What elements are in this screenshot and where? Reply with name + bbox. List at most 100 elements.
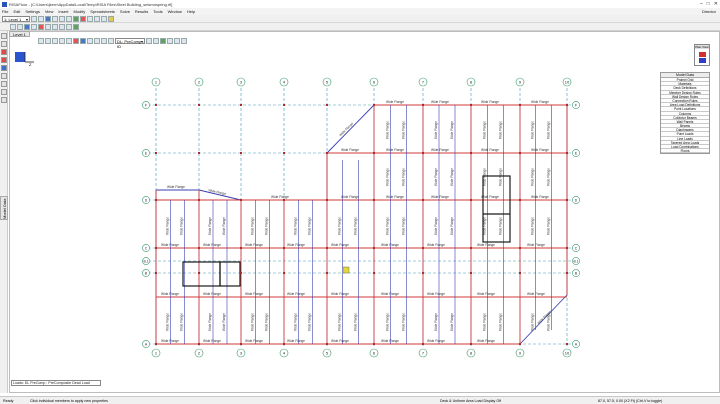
member-label: Wide Flange (450, 168, 454, 186)
status-display-mode: Deck & Uniform Area Load Display Off (440, 399, 502, 403)
member-label: Wide Flange (431, 195, 449, 199)
member-label: Wide Flange (161, 292, 179, 296)
member-label: Wide Flange (381, 243, 399, 247)
member-label: Wide Flange (531, 121, 535, 139)
column-marker (155, 152, 157, 154)
member-label: Wide Flange (341, 148, 359, 152)
column-marker (155, 247, 157, 249)
member-label: Wide Flange (308, 217, 312, 235)
column-marker (422, 343, 424, 345)
member-label: Wide Flange (265, 313, 269, 331)
floor-plan-canvas[interactable]: 1122334455667788991010F FE ED DC CB.1 B.1B BA A… (0, 0, 720, 404)
column-marker (198, 199, 200, 201)
column-marker (566, 272, 568, 274)
column-marker (283, 272, 285, 274)
member-label: Wide Flange (481, 100, 499, 104)
member-label: Wide Flange (208, 217, 212, 235)
member-label: Wide Flange (167, 185, 185, 189)
column-marker (422, 272, 424, 274)
member-label: Wide Flange (250, 313, 254, 331)
column-marker (519, 152, 521, 154)
member-label: Wide Flange (245, 339, 263, 343)
column-marker (373, 343, 375, 345)
column-marker (283, 152, 285, 154)
column-marker (326, 343, 328, 345)
column-marker (198, 272, 200, 274)
column-marker (373, 199, 375, 201)
member-label: Wide Flange (271, 195, 289, 199)
member-label: Wide Flange (481, 195, 499, 199)
column-marker (519, 343, 521, 345)
member-label: Wide Flange (353, 217, 357, 235)
member-label: Wide Flange (477, 292, 495, 296)
column-marker (155, 272, 157, 274)
member-label: Wide Flange (531, 100, 549, 104)
member-label: Wide Flange (381, 339, 399, 343)
column-marker (198, 343, 200, 345)
member-label: Wide Flange (341, 195, 359, 199)
member-label: Wide Flange (338, 217, 342, 235)
member-label: Wide Flange (287, 243, 305, 247)
member-label: Wide Flange (402, 168, 406, 186)
member-label: Wide Flange (531, 217, 535, 235)
column-marker (326, 199, 328, 201)
member-label: Wide Flange (331, 292, 349, 296)
grid-row-label: B.1 (143, 259, 148, 263)
member-label: Wide Flange (245, 292, 263, 296)
beam-member (326, 104, 375, 154)
panel-item-floors[interactable]: Floors (661, 149, 709, 154)
member-label: Wide Flange (434, 313, 438, 331)
member-label: Wide Flange (385, 313, 389, 331)
member-label: Wide Flange (499, 217, 503, 235)
member-label: Wide Flange (203, 243, 221, 247)
member-label: Wide Flange (180, 217, 184, 235)
member-label: Wide Flange (531, 195, 549, 199)
member-label: Wide Flange (499, 313, 503, 331)
column-marker (198, 247, 200, 249)
column-marker (470, 104, 472, 106)
member-label: Wide Flange (353, 313, 357, 331)
member-label: Wide Flange (203, 339, 221, 343)
column-marker (470, 272, 472, 274)
status-ready: Ready (3, 399, 14, 403)
member-label: Wide Flange (531, 313, 535, 331)
member-label: Wide Flange (180, 313, 184, 331)
member-label: Wide Flange (477, 339, 495, 343)
member-label: Wide Flange (434, 121, 438, 139)
column-marker (373, 152, 375, 154)
legend-header: Plan View (695, 45, 709, 49)
member-label: Wide Flange (434, 168, 438, 186)
column-marker (283, 104, 285, 106)
column-marker (373, 272, 375, 274)
member-label: Wide Flange (386, 195, 404, 199)
column-marker (155, 104, 157, 106)
member-label: Wide Flange (402, 121, 406, 139)
member-label: Wide Flange (339, 121, 355, 137)
column-marker (566, 343, 568, 345)
column-marker (283, 343, 285, 345)
member-label: Wide Flange (331, 339, 349, 343)
member-label: Wide Flange (161, 243, 179, 247)
member-label: Wide Flange (427, 339, 445, 343)
member-label: Wide Flange (482, 121, 486, 139)
member-label: Wide Flange (245, 243, 263, 247)
column-marker (470, 152, 472, 154)
member-label: Wide Flange (450, 217, 454, 235)
member-label: Wide Flange (250, 217, 254, 235)
column-marker (519, 104, 521, 106)
member-label: Wide Flange (222, 217, 226, 235)
member-label: Wide Flange (385, 217, 389, 235)
column-marker (566, 247, 568, 249)
member-label: Wide Flange (222, 313, 226, 331)
member-label: Wide Flange (385, 121, 389, 139)
member-label: Wide Flange (402, 313, 406, 331)
column-marker (198, 152, 200, 154)
opening-shaft-right (219, 261, 241, 287)
status-hint: Click individual members to apply new pr… (30, 399, 108, 403)
member-label: Wide Flange (402, 217, 406, 235)
column-marker (470, 343, 472, 345)
member-label: Wide Flange (427, 243, 445, 247)
column-marker (566, 152, 568, 154)
member-label: Wide Flange (450, 313, 454, 331)
column-marker (566, 104, 568, 106)
